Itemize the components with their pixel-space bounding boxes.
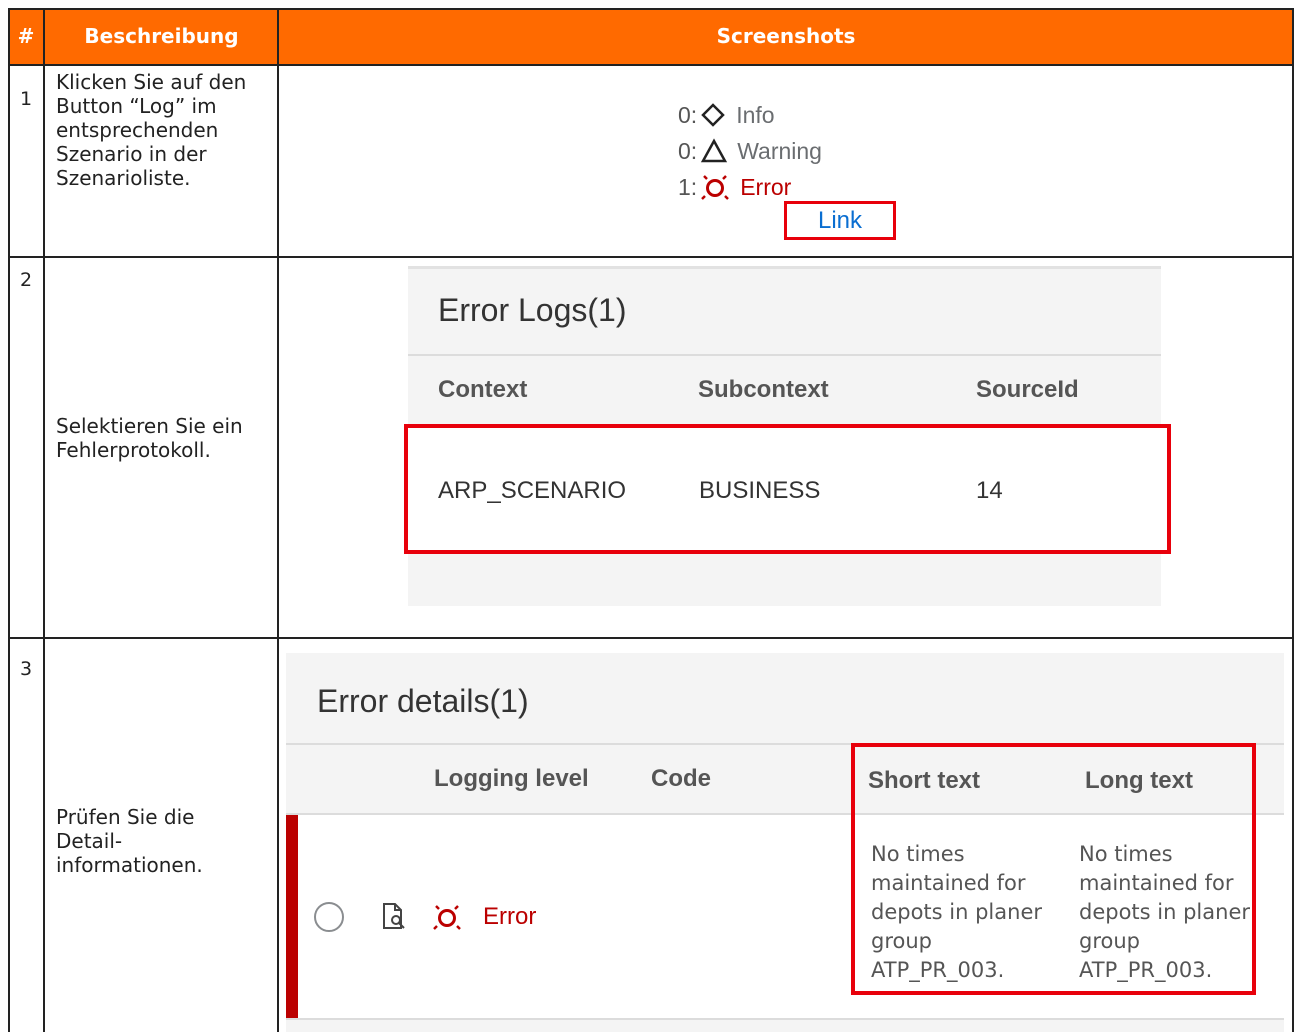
legend-warning: 0: Warning [678,134,822,168]
grid-line [8,637,1294,639]
grid-line [277,8,279,1032]
row-description: Klicken Sie auf den Button “Log” im ents… [56,70,247,190]
diamond-icon [701,103,725,127]
grid-line [1292,8,1294,1032]
panel-divider [286,1018,1284,1020]
error-icon [701,175,730,200]
row-number: 2 [20,269,33,291]
log-link[interactable]: Link [784,201,896,240]
legend-error: 1: Error [678,170,791,204]
header-cell-description: Beschreibung [45,8,278,64]
info-count: 0: [678,101,698,128]
logging-level-value: Error [483,903,537,930]
grid-line [8,8,1294,10]
error-highlight-bar [286,815,298,1018]
grid-line [8,64,1294,66]
cell-context: ARP_SCENARIO [438,477,627,504]
warning-label: Warning [737,137,822,164]
grid-line [43,8,45,1032]
row-description: Selektieren Sie ein Fehlerprotokoll. [56,414,243,462]
error-log-row[interactable]: ARP_SCENARIO BUSINESS 14 [404,424,1171,554]
info-label: Info [736,101,775,128]
cell-sourceid: 14 [976,477,1003,504]
row-description: Prüfen Sie die Detail-informationen. [56,805,203,877]
long-text-value: No times maintained for depots in planer… [1079,842,1250,982]
header-number-label: # [17,24,35,48]
column-header-logging-level[interactable]: Logging level [434,765,589,793]
header-cell-screenshots: Screenshots [279,8,1293,64]
panel-title: Error details(1) [317,683,529,719]
column-header-code[interactable]: Code [651,765,711,793]
row-select-radio[interactable] [314,902,344,932]
header-cell-number: # [8,8,44,64]
error-count: 1: [678,173,698,200]
error-icon [433,905,461,930]
row-number: 3 [20,658,33,680]
error-label: Error [740,173,792,200]
panel-top-border [408,266,1161,269]
warning-count: 0: [678,137,698,164]
grid-line [8,256,1294,258]
column-header-context[interactable]: Context [438,376,527,404]
header-description-label: Beschreibung [84,24,239,48]
column-header-subcontext[interactable]: Subcontext [698,376,829,404]
cell-subcontext: BUSINESS [699,477,821,504]
warning-triangle-icon [701,138,728,163]
short-text-value: No times maintained for depots in planer… [871,842,1042,982]
panel-title: Error Logs(1) [438,292,627,328]
column-header-short-text[interactable]: Short text [868,767,981,795]
text-columns-highlight: Short text Long text No times maintained… [851,743,1256,995]
row-number: 1 [20,88,33,110]
panel-divider [408,354,1161,356]
log-link-label[interactable]: Link [818,207,862,235]
grid-line [8,8,10,1032]
header-screenshots-label: Screenshots [716,24,856,48]
column-header-long-text[interactable]: Long text [1085,767,1193,795]
document-search-icon[interactable] [380,901,408,931]
column-header-sourceid[interactable]: SourceId [976,376,1079,404]
legend-info: 0: Info [678,98,775,132]
